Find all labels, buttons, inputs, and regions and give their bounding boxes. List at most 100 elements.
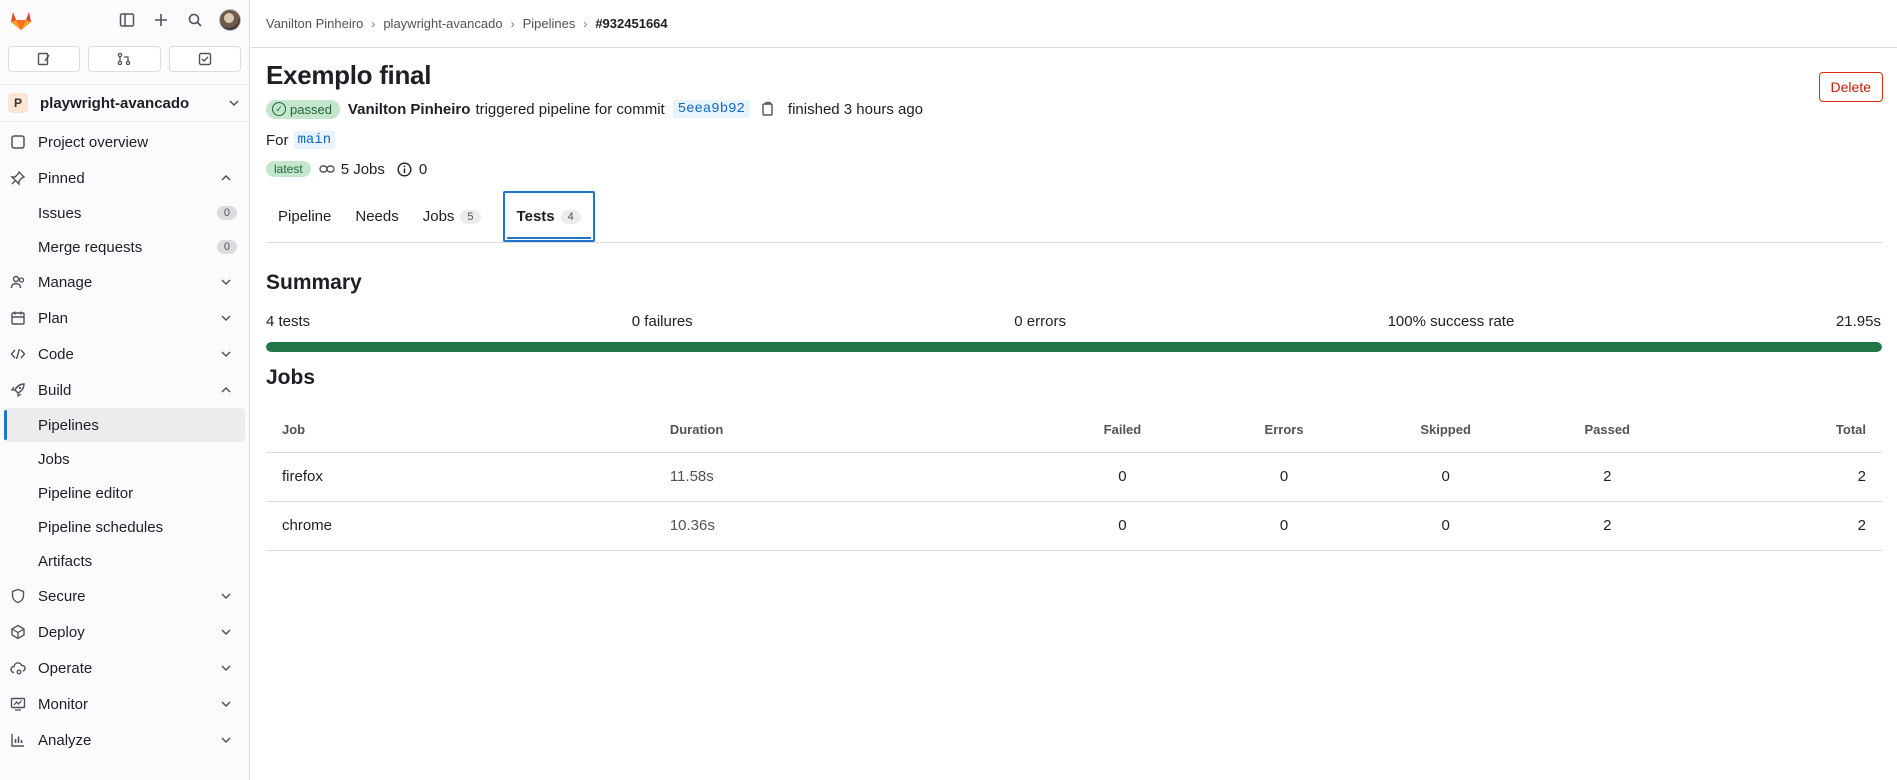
job-skipped: 0 (1364, 501, 1527, 551)
sidebar-section-code[interactable]: Code (0, 336, 249, 372)
thumbtack-icon (8, 168, 28, 188)
code-icon (8, 344, 28, 364)
create-new-icon[interactable] (151, 10, 171, 30)
tab-count-badge: 5 (460, 209, 481, 224)
sidebar-item-jobs[interactable]: Jobs (0, 442, 249, 476)
job-failed: 0 (1041, 501, 1204, 551)
commit-sha-link[interactable]: 5eea9b92 (672, 100, 750, 118)
copy-icon[interactable] (758, 99, 778, 119)
sidebar-section-secure[interactable]: Secure (0, 578, 249, 614)
sidebar-section-analyze[interactable]: Analyze (0, 722, 249, 758)
sidebar-section-manage[interactable]: Manage (0, 264, 249, 300)
assigned-issues-button[interactable] (8, 46, 81, 72)
pipeline-page: Exemplo final Delete ✓ passed Vanilton P… (251, 60, 1897, 551)
tab-jobs[interactable]: Jobs 5 (411, 191, 493, 242)
chart-icon (8, 730, 28, 750)
column-header-total: Total (1688, 408, 1882, 453)
tab-count-badge: 4 (560, 209, 581, 224)
sidebar-item-pipelines[interactable]: Pipelines (4, 408, 245, 442)
gitlab-logo-icon[interactable] (8, 7, 34, 33)
chevron-down-icon (221, 351, 231, 358)
sidebar-item-label: Pipeline editor (38, 484, 134, 502)
job-passed: 2 (1526, 501, 1689, 551)
users-icon (8, 272, 28, 292)
tab-tests[interactable]: Tests 4 (502, 191, 595, 242)
summary-duration: 21.95s (1835, 313, 1881, 330)
table-header-row: Job Duration Failed Errors Skipped Passe… (266, 408, 1882, 453)
tab-needs[interactable]: Needs (343, 191, 410, 242)
needs-count: 0 (418, 160, 428, 178)
author-link[interactable]: Vanilton Pinheiro (348, 101, 471, 118)
sidebar-section-plan[interactable]: Plan (0, 300, 249, 336)
sidebar-item-label: Secure (38, 587, 86, 605)
breadcrumb: Vanilton Pinheiro › playwright-avancado … (251, 0, 1897, 48)
chevron-up-icon (221, 174, 231, 181)
user-avatar[interactable] (219, 9, 241, 31)
jobs-count: 5 Jobs (340, 160, 385, 178)
breadcrumb-user[interactable]: Vanilton Pinheiro (266, 16, 363, 31)
jobs-heading: Jobs (266, 366, 316, 389)
job-name[interactable]: firefox (266, 452, 654, 502)
sidebar-item-label: Code (38, 345, 74, 363)
search-icon[interactable] (185, 10, 205, 30)
sidebar-item-label: Pipeline schedules (38, 518, 164, 536)
tab-pipeline[interactable]: Pipeline (266, 191, 343, 242)
chevron-down-icon (221, 279, 231, 286)
summary-failures: 0 failures (631, 313, 693, 330)
chevron-right-icon: › (583, 16, 588, 31)
breadcrumb-pipelines[interactable]: Pipelines (523, 16, 576, 31)
chevron-down-icon (221, 629, 231, 636)
sidebar-top-bar (0, 0, 249, 40)
job-skipped: 0 (1364, 452, 1527, 502)
sidebar-item-label: Deploy (38, 623, 85, 641)
chevron-up-icon (221, 386, 231, 393)
todo-list-button[interactable] (168, 46, 241, 72)
sidebar-shortcuts (0, 40, 249, 78)
sidebar-section-deploy[interactable]: Deploy (0, 614, 249, 650)
sidebar-section-build[interactable]: Build (0, 372, 249, 408)
tab-label: Pipeline (278, 208, 332, 225)
sidebar-section-monitor[interactable]: Monitor (0, 686, 249, 722)
sidebar-item-artifacts[interactable]: Artifacts (0, 544, 249, 578)
sidebar-item-label: Pipelines (38, 416, 99, 434)
chevron-right-icon: › (371, 16, 376, 31)
sidebar-item-label: Operate (38, 659, 93, 677)
branch-link[interactable]: main (293, 131, 336, 149)
merge-requests-count-badge: 0 (216, 240, 237, 254)
sidebar-section-operate[interactable]: Operate (0, 650, 249, 686)
sidebar-item-pipeline-editor[interactable]: Pipeline editor (0, 476, 249, 510)
status-badge[interactable]: ✓ passed (266, 99, 340, 119)
breadcrumb-project[interactable]: playwright-avancado (383, 16, 502, 31)
sidebar-item-merge-requests[interactable]: Merge requests 0 (0, 230, 249, 264)
summary-stats: 4 tests 0 failures 0 errors 100% success… (266, 313, 1882, 330)
job-name[interactable]: chrome (266, 501, 654, 551)
page-title: Exemplo final (266, 60, 432, 90)
sidebar-item-label: Manage (38, 273, 93, 291)
chevron-down-icon (221, 737, 231, 744)
table-row[interactable]: firefox 11.58s 0 0 0 2 2 (266, 452, 1882, 502)
rocket-icon (8, 380, 28, 400)
project-switcher[interactable]: P playwright-avancado (0, 84, 249, 122)
sidebar-section-pinned[interactable]: Pinned (0, 160, 249, 196)
sidebar-toggle-icon[interactable] (117, 10, 137, 30)
sidebar-item-label: Analyze (38, 731, 92, 749)
merge-request-icon (118, 52, 131, 66)
job-errors: 0 (1203, 501, 1365, 551)
todo-icon (198, 52, 212, 66)
table-row[interactable]: chrome 10.36s 0 0 0 2 2 (266, 501, 1882, 551)
summary-tests: 4 tests (266, 313, 311, 330)
sidebar-item-label: Artifacts (38, 552, 93, 570)
sidebar-item-pipeline-schedules[interactable]: Pipeline schedules (0, 510, 249, 544)
sidebar-item-project-overview[interactable]: Project overview (0, 124, 249, 160)
merge-requests-button[interactable] (88, 46, 161, 72)
sidebar-item-issues[interactable]: Issues 0 (0, 196, 249, 230)
project-icon (8, 132, 28, 152)
ref-row: For main (266, 131, 1882, 149)
chevron-down-icon (221, 315, 231, 322)
delete-button[interactable]: Delete (1818, 72, 1883, 102)
tab-label: Jobs (422, 208, 455, 225)
breadcrumb-pipeline-id[interactable]: #932451664 (595, 16, 667, 31)
sidebar-item-label: Jobs (38, 450, 70, 468)
chevron-down-icon (221, 665, 231, 672)
chevron-down-icon (221, 593, 231, 600)
